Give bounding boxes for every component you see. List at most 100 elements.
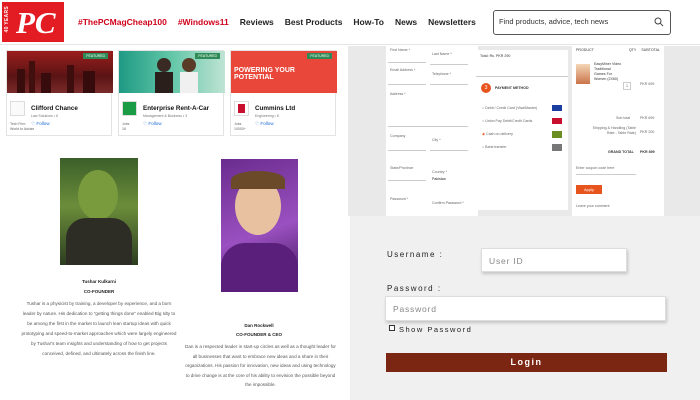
username-placeholder: User ID: [489, 256, 524, 266]
nav-link-how-to[interactable]: How-To: [353, 17, 384, 27]
company-category: Management & Business • 3: [143, 114, 188, 118]
founders-section: Tushar Kulkarni CO-FOUNDER Tushar is a p…: [0, 142, 348, 400]
last-name-label: Last Name *: [432, 52, 452, 56]
password-placeholder: Password: [393, 304, 437, 314]
login-button[interactable]: Login: [386, 353, 667, 372]
subtotal-value: PKR 699: [640, 116, 655, 120]
nav-link-reviews[interactable]: Reviews: [240, 17, 274, 27]
payment-option-bank[interactable]: ○ Bank transfer: [482, 145, 507, 149]
nav-link-newsletters[interactable]: Newsletters: [428, 17, 476, 27]
company-category: Law Solutions • 6: [31, 114, 58, 118]
payment-option-card[interactable]: ○ Debit / Credit Card (Visa/Master): [482, 106, 537, 110]
follow-button[interactable]: ♡ Follow: [143, 121, 162, 127]
cart-header-qty: QTY: [628, 48, 637, 52]
nav-links: #ThePCMagCheap100 #Windows11 Reviews Bes…: [78, 17, 476, 27]
address-input[interactable]: [388, 126, 468, 127]
cart-summary: PRODUCT QTY SUBTOTAL EasyMiner Video Tra…: [572, 46, 664, 216]
email-input[interactable]: [388, 84, 426, 85]
password-label: Password :: [387, 284, 442, 293]
product-thumbnail: [576, 64, 590, 84]
cart-header-product: PRODUCT: [576, 48, 594, 52]
password-input[interactable]: Password: [385, 296, 666, 321]
apply-coupon-button[interactable]: Apply: [576, 185, 602, 194]
nav-link-best-products[interactable]: Best Products: [285, 17, 343, 27]
product-qty-input[interactable]: 1: [623, 82, 631, 90]
founder-bio: Dan is a respected leader in start-up ci…: [185, 344, 336, 387]
company-logo: [234, 101, 249, 116]
payment-option-unionpay[interactable]: ○ Union Pay Debit/Credit Cards: [482, 119, 532, 123]
featured-badge: FEATURED: [307, 53, 332, 59]
top-nav: 40 YEARS PC #ThePCMagCheap100 #Windows11…: [0, 0, 700, 45]
grand-total-value: PKR 899: [640, 150, 655, 154]
founder-name: Tushar Kulkarni: [82, 279, 116, 284]
confirm-password-label: Confirm Password *: [432, 201, 464, 205]
subtotal-label: Sub total: [616, 116, 631, 120]
payment-option-label: Bank transfer: [485, 145, 507, 149]
product-name[interactable]: EasyMiner Video Traditional Games For Wo…: [594, 62, 622, 82]
founder-photo-dan: [221, 159, 298, 292]
state-label: State/Province: [390, 166, 414, 170]
visa-card-icon: [552, 105, 562, 111]
first-name-label: First Name *: [390, 48, 410, 52]
coupon-underline: [576, 174, 636, 175]
pcmag-logo[interactable]: 40 YEARS PC: [2, 2, 64, 42]
founder-body-shape: [221, 243, 298, 292]
username-input[interactable]: User ID: [481, 248, 627, 272]
logo-text: PC: [16, 5, 56, 40]
company-input[interactable]: [388, 150, 426, 151]
coupon-input[interactable]: Enter coupon code here: [576, 166, 614, 170]
nav-link-news[interactable]: News: [395, 17, 417, 27]
product-price: PKR 699: [640, 82, 655, 86]
founder-hair-shape: [231, 171, 285, 189]
company-card-enterprise[interactable]: FEATURED Enterprise Rent-A-Car Managemen…: [118, 50, 225, 136]
company-name[interactable]: Enterprise Rent-A-Car: [143, 105, 209, 112]
state-select[interactable]: [388, 180, 426, 181]
company-meta: Jobs 10000+: [234, 122, 246, 132]
last-name-input[interactable]: [430, 64, 468, 65]
username-label: Username :: [387, 250, 444, 259]
show-password-label[interactable]: Show Password: [399, 325, 472, 334]
search-input[interactable]: Find products, advice, tech news: [493, 10, 671, 35]
cummins-logo-icon: [238, 104, 245, 113]
company-logo: [10, 101, 25, 116]
search-icon[interactable]: [654, 17, 664, 27]
order-total-text: Total: Rs. PKR 290: [480, 54, 511, 58]
company-cards: FEATURED Clifford Chance Law Solutions •…: [6, 46, 341, 142]
follow-label: Follow: [148, 121, 162, 126]
featured-badge: FEATURED: [195, 53, 220, 59]
company-name[interactable]: Cummins Ltd: [255, 105, 295, 112]
founder-body-shape: [66, 218, 132, 265]
meta-line-2: 16: [122, 127, 126, 131]
founder-name: Dan Rockwell: [244, 323, 274, 328]
divider: [476, 76, 568, 77]
founder-head-shape: [78, 170, 118, 220]
logo-years-text: 40 YEARS: [4, 6, 10, 33]
show-password-checkbox[interactable]: [389, 325, 395, 331]
nav-link-windows11[interactable]: #Windows11: [178, 17, 229, 27]
bank-icon: [552, 144, 562, 151]
company-meta: Tech Firm World to Advise: [10, 122, 34, 132]
telephone-input[interactable]: [430, 84, 468, 85]
payment-option-cod[interactable]: ◉ Cash on delivery: [482, 132, 513, 136]
company-name[interactable]: Clifford Chance: [31, 105, 78, 112]
city-input[interactable]: [430, 150, 468, 151]
payment-option-label: Debit / Credit Card (Visa/Master): [485, 106, 538, 110]
first-name-input[interactable]: [388, 62, 426, 63]
checkout-panel: First Name * Last Name * Email Address *…: [348, 46, 700, 216]
search-placeholder: Find products, advice, tech news: [499, 17, 609, 26]
follow-label: Follow: [36, 121, 50, 126]
country-label: Country *: [432, 170, 447, 174]
follow-button[interactable]: ♡ Follow: [255, 121, 274, 127]
nav-link-cheap100[interactable]: #ThePCMagCheap100: [78, 17, 167, 27]
payment-section: Total: Rs. PKR 290 3 PAYMENT METHOD ○ De…: [476, 50, 568, 210]
founder-photo-tushar: [60, 158, 138, 265]
founder-role: CO-FOUNDER: [83, 289, 115, 294]
company-card-clifford-chance[interactable]: FEATURED Clifford Chance Law Solutions •…: [6, 50, 113, 136]
featured-badge: FEATURED: [83, 53, 108, 59]
city-label: City *: [432, 138, 441, 142]
country-select-value[interactable]: Pakistan: [432, 177, 446, 181]
comment-link[interactable]: Leave your comment: [576, 204, 610, 208]
address-label: Address *: [390, 92, 406, 96]
company-card-cummins[interactable]: POWERING YOUR POTENTIAL FEATURED Cummins…: [230, 50, 337, 136]
unionpay-card-icon: [552, 118, 562, 124]
